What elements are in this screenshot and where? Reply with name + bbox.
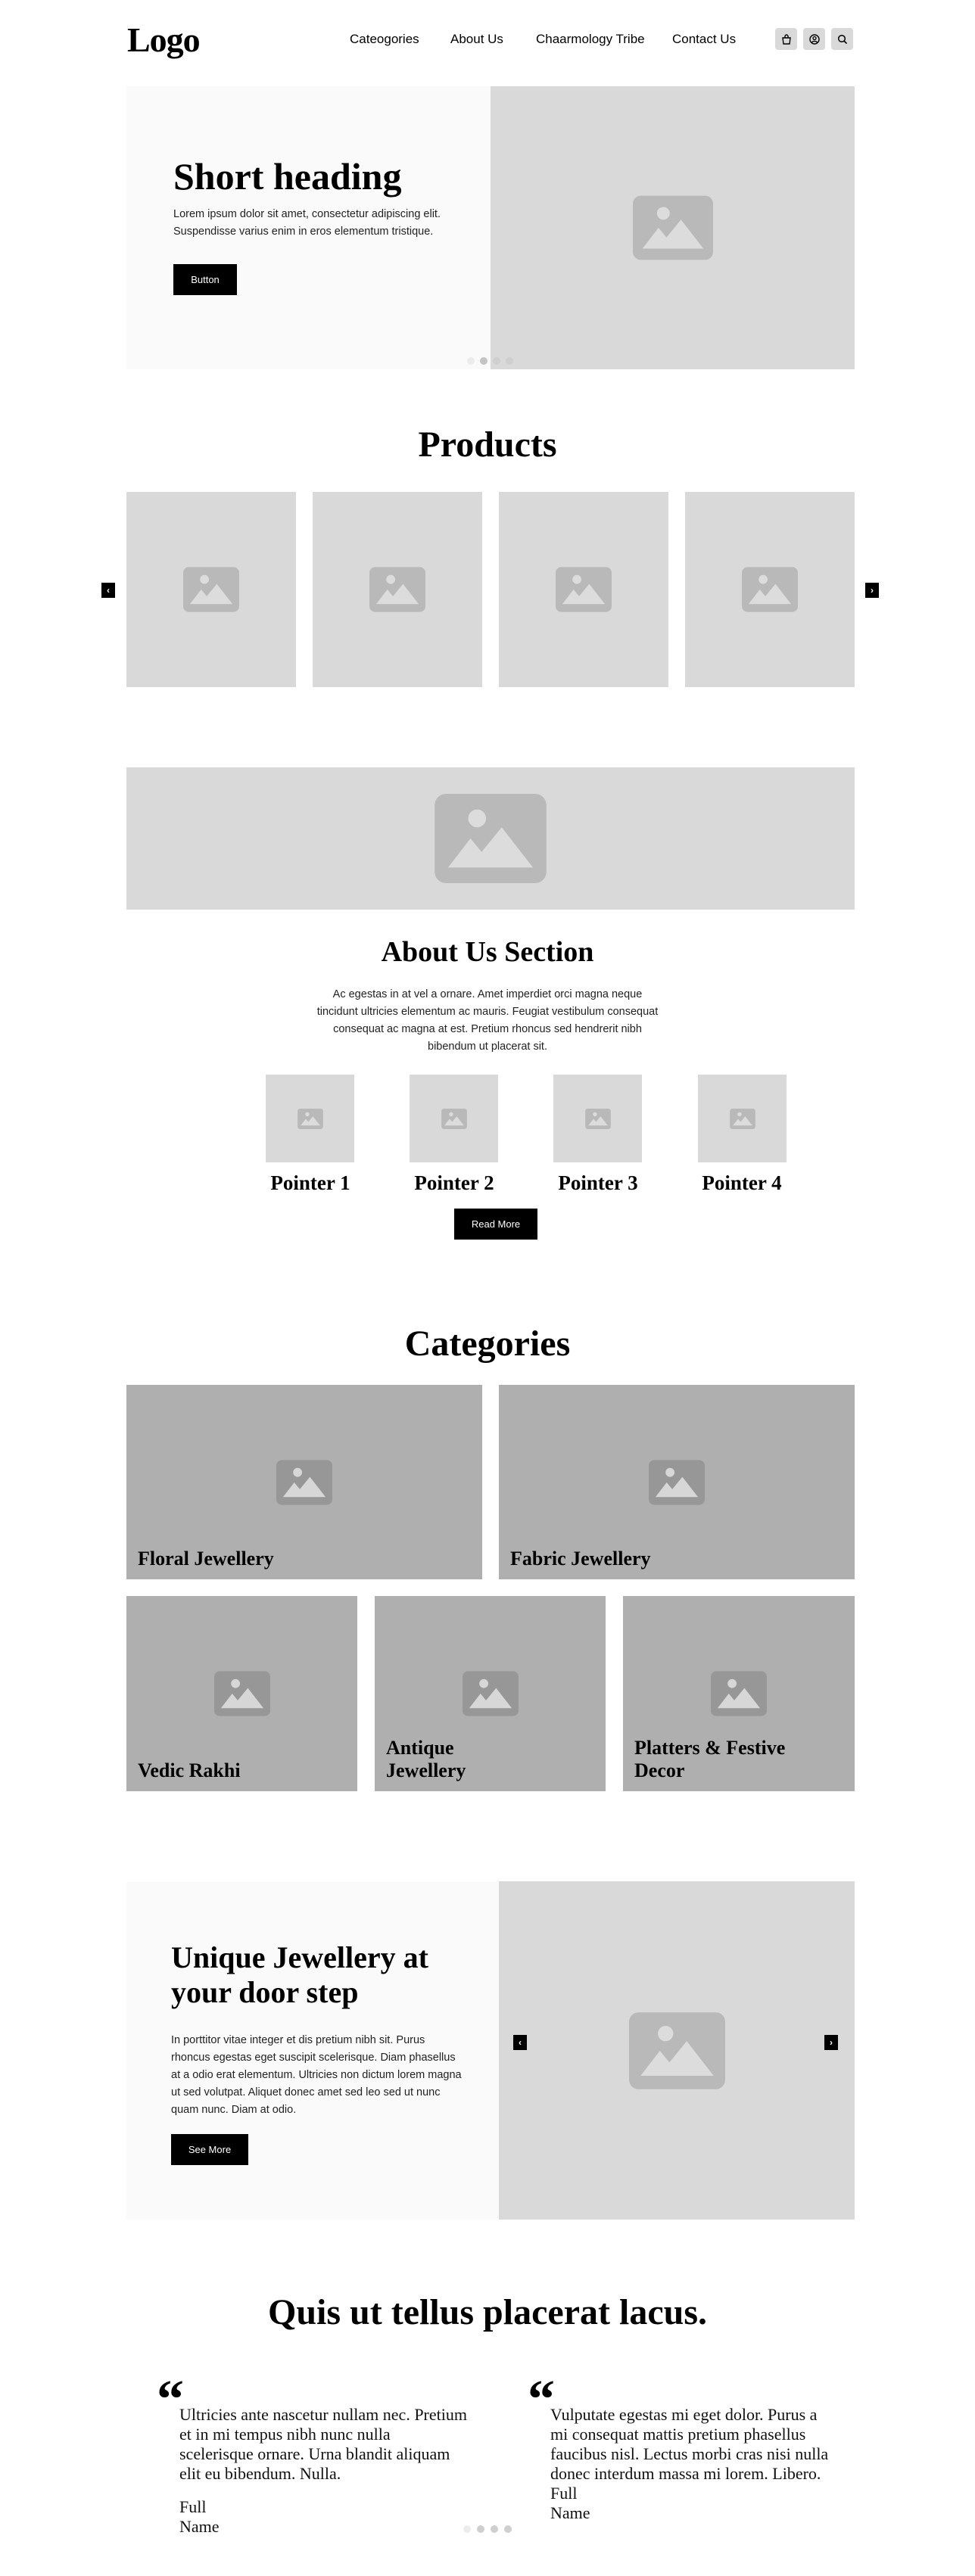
promo-next-button[interactable]: › <box>824 2035 838 2050</box>
testimonial-name-first: Full <box>179 2497 207 2516</box>
image-placeholder-icon <box>435 794 547 883</box>
slide-dot-active[interactable] <box>480 357 488 365</box>
categories-title: Categories <box>404 1324 571 1364</box>
about-body: Ac egestas in at vel a ornare. Amet impe… <box>316 988 659 1053</box>
search-button[interactable] <box>831 28 853 50</box>
category-card-platters-festive-decor[interactable]: Platters & Festive Decor <box>623 1596 855 1791</box>
category-card-vedic-rakhi[interactable]: Vedic Rakhi <box>126 1596 357 1791</box>
category-label: Antique Jewellery <box>386 1737 466 1781</box>
hero-title: Short heading <box>173 155 402 198</box>
testimonial-text: Ultricies ante nascetur nullam nec. Pret… <box>179 2405 467 2483</box>
pointer-label: Pointer 4 <box>702 1171 782 1194</box>
testimonials-title: Quis ut tellus placerat lacus. <box>267 2292 707 2332</box>
pointer-label: Pointer 2 <box>414 1171 494 1194</box>
banner-image <box>126 767 855 910</box>
pointer-label: Pointer 1 <box>270 1171 350 1194</box>
testimonial-name-last: Name <box>550 2503 590 2522</box>
nav-contact-us[interactable]: Contact Us <box>672 32 736 47</box>
image-placeholder-icon <box>276 1460 332 1505</box>
nav-about-us[interactable]: About Us <box>450 32 503 47</box>
category-label: Platters & Festive Decor <box>634 1737 786 1781</box>
category-card-antique-jewellery[interactable]: Antique Jewellery <box>375 1596 606 1791</box>
category-card-fabric-jewellery[interactable]: Fabric Jewellery <box>499 1385 855 1579</box>
promo-section: Unique Jewellery at your door step In po… <box>126 1881 855 2220</box>
category-label: Fabric Jewellery <box>510 1548 651 1570</box>
testimonial-card: “ Vulputate egestas mi eget dolor. Purus… <box>528 2372 861 2523</box>
image-placeholder-icon <box>633 195 713 260</box>
hero-button[interactable]: Button <box>173 264 237 295</box>
product-card[interactable] <box>126 492 296 687</box>
pointer-image <box>266 1075 354 1162</box>
image-placeholder-icon <box>463 1671 519 1716</box>
image-placeholder-icon <box>214 1671 270 1716</box>
search-icon <box>837 34 847 44</box>
testimonial-slide-dots <box>463 2525 512 2533</box>
hero-image <box>491 86 855 369</box>
testimonial-name-last: Name <box>179 2517 220 2536</box>
nav-categories[interactable]: Cateogories <box>350 32 419 47</box>
category-label: Vedic Rakhi <box>138 1759 241 1781</box>
image-placeholder-icon <box>742 567 798 612</box>
slide-dot[interactable] <box>477 2525 484 2533</box>
image-placeholder-icon <box>649 1460 705 1505</box>
testimonial-name: Full Name <box>179 2497 490 2537</box>
product-card[interactable] <box>685 492 855 687</box>
slide-dot[interactable] <box>467 357 475 365</box>
chevron-left-icon: ‹ <box>107 585 110 596</box>
pointer-image <box>698 1075 787 1162</box>
slide-dot[interactable] <box>491 2525 498 2533</box>
testimonial-card: “ Ultricies ante nascetur nullam nec. Pr… <box>157 2372 490 2537</box>
pointer-image <box>410 1075 498 1162</box>
image-placeholder-icon <box>183 567 239 612</box>
promo-prev-button[interactable]: ‹ <box>513 2035 527 2050</box>
slide-dot[interactable] <box>504 2525 512 2533</box>
read-more-button[interactable]: Read More <box>454 1209 537 1240</box>
nav-chaarmology-tribe[interactable]: Chaarmology Tribe <box>536 32 645 47</box>
product-card[interactable] <box>499 492 668 687</box>
pointer-label: Pointer 3 <box>558 1171 638 1194</box>
testimonial-text: Vulputate egestas mi eget dolor. Purus a… <box>550 2405 829 2483</box>
hero-body: Lorem ipsum dolor sit amet, consectetur … <box>173 208 441 238</box>
promo-title: Unique Jewellery at your door step <box>171 1940 428 2009</box>
pointer-image <box>553 1075 642 1162</box>
slide-dot-active[interactable] <box>463 2525 471 2533</box>
testimonial-name-first: Full <box>550 2484 578 2503</box>
see-more-button[interactable]: See More <box>171 2134 248 2165</box>
chevron-right-icon: › <box>830 2037 833 2048</box>
cart-button[interactable] <box>775 28 797 50</box>
hero-slide-dots <box>467 357 513 365</box>
products-prev-button[interactable]: ‹ <box>101 583 115 598</box>
promo-body: In porttitor vitae integer et dis pretiu… <box>171 2034 462 2116</box>
slide-dot[interactable] <box>506 357 513 365</box>
image-placeholder-icon <box>585 1109 611 1129</box>
products-title: Products <box>418 425 557 465</box>
shopping-bag-icon <box>781 33 791 45</box>
chevron-left-icon: ‹ <box>519 2037 522 2048</box>
account-button[interactable] <box>803 28 825 50</box>
product-card[interactable] <box>313 492 482 687</box>
image-placeholder-icon <box>711 1671 767 1716</box>
testimonial-name: Full Name <box>550 2484 861 2523</box>
about-title: About Us Section <box>381 936 594 968</box>
image-placeholder-icon <box>441 1109 467 1129</box>
promo-image-slider: ‹ › <box>499 1881 855 2220</box>
slide-dot[interactable] <box>493 357 500 365</box>
hero-slider: Short heading Lorem ipsum dolor sit amet… <box>126 86 855 369</box>
image-placeholder-icon <box>730 1109 755 1129</box>
image-placeholder-icon <box>556 567 612 612</box>
products-next-button[interactable]: › <box>865 583 879 598</box>
image-placeholder-icon <box>629 2012 725 2089</box>
image-placeholder-icon <box>297 1109 323 1129</box>
category-label: Floral Jewellery <box>138 1548 274 1570</box>
image-placeholder-icon <box>369 567 425 612</box>
account-icon <box>808 33 820 45</box>
category-card-floral-jewellery[interactable]: Floral Jewellery <box>126 1385 482 1579</box>
logo[interactable]: Logo <box>127 20 201 60</box>
chevron-right-icon: › <box>871 585 874 596</box>
